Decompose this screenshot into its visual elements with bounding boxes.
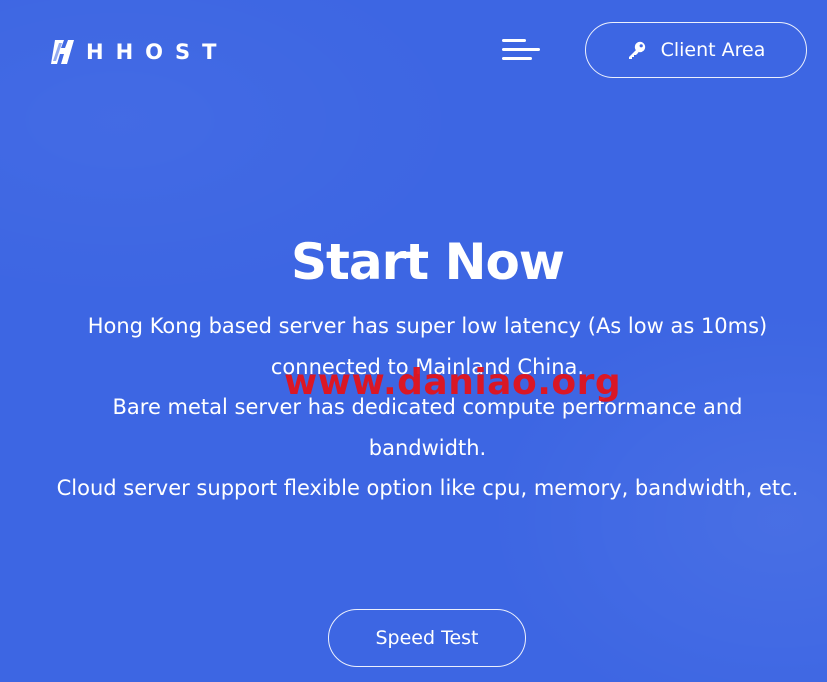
client-area-button[interactable]: Client Area (585, 22, 807, 78)
speed-test-button[interactable]: Speed Test (328, 609, 526, 667)
hero-description: Hong Kong based server has super low lat… (55, 306, 800, 509)
watermark: www.daniao.org (284, 362, 622, 403)
hamburger-menu-icon[interactable] (502, 37, 542, 65)
menu-line-top (502, 39, 526, 42)
hero-line-cloud: Cloud server support flexible option lik… (56, 476, 799, 500)
menu-line-middle (502, 48, 540, 51)
hhost-logo-icon (51, 40, 74, 64)
logo[interactable]: HHOST (50, 36, 228, 68)
logo-text: HHOST (86, 40, 229, 64)
menu-line-bottom (502, 57, 532, 60)
client-area-label: Client Area (660, 39, 766, 61)
hero-title: Start Now (290, 233, 565, 291)
key-icon (628, 41, 645, 59)
